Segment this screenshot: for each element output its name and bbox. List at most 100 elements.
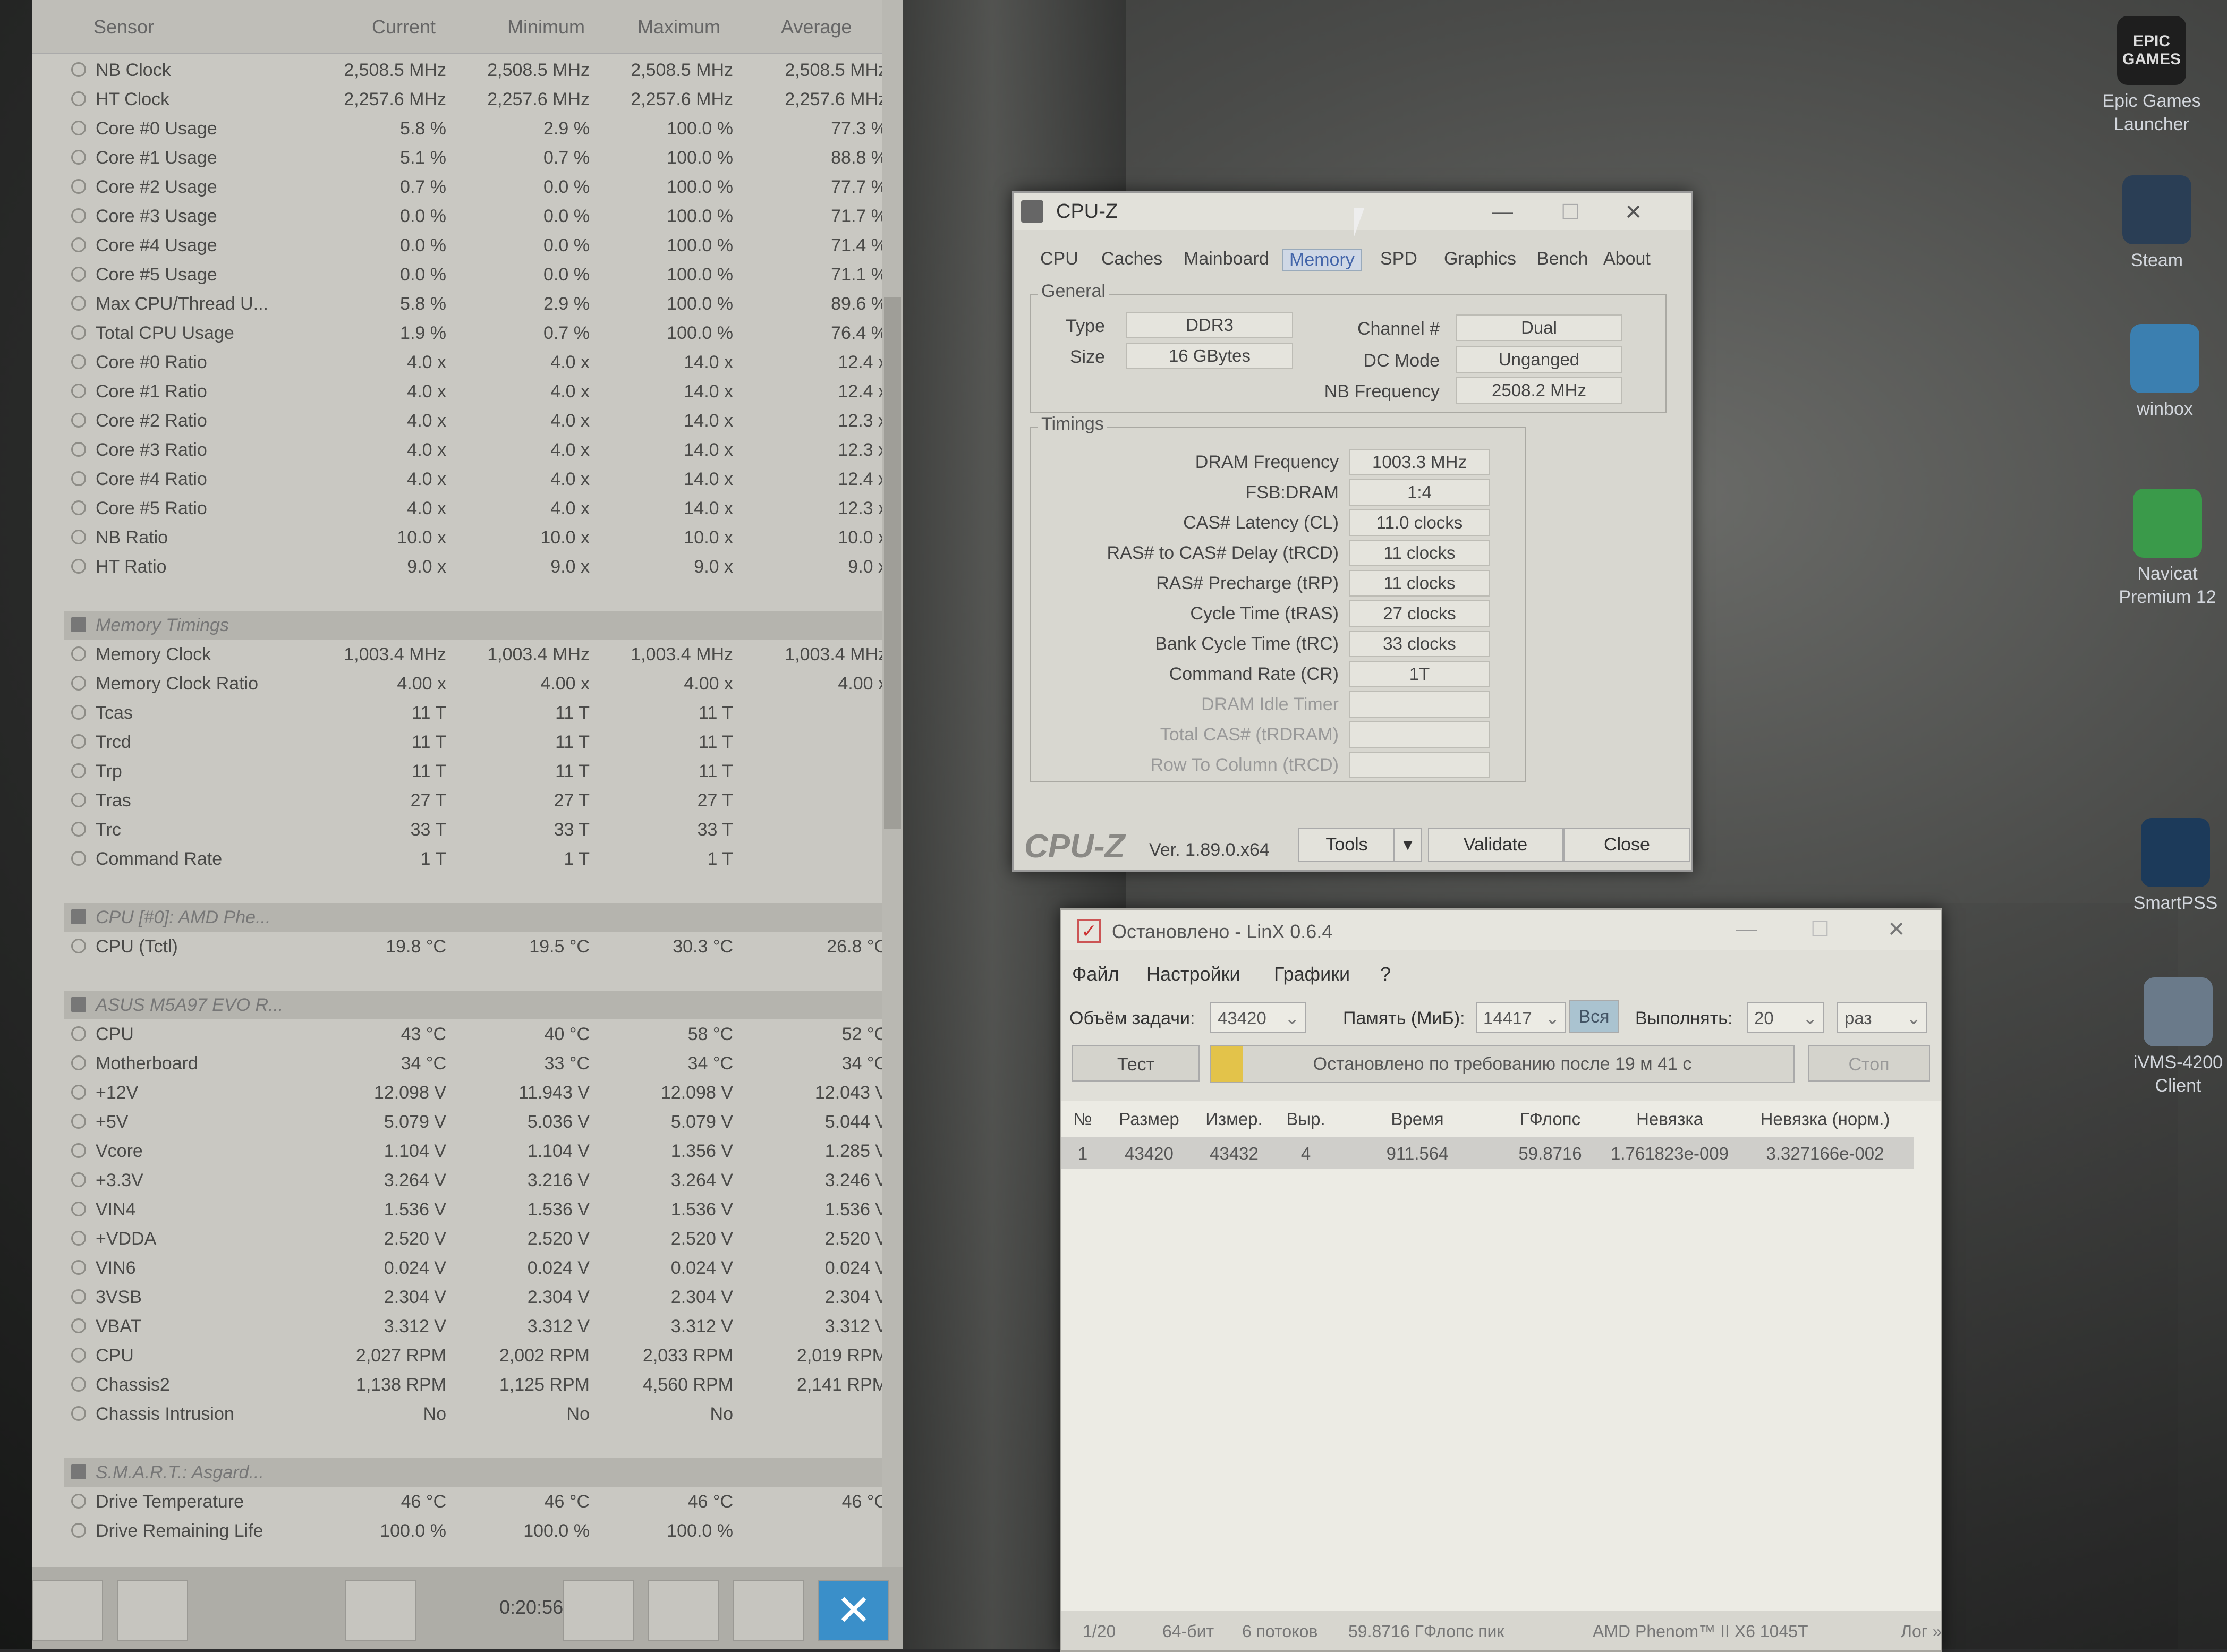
desktop-icon-smartpss[interactable]: SmartPSS: [2117, 818, 2227, 915]
sensor-row[interactable]: Core #5 Usage 0.0 % 0.0 % 100.0 % 71.1 %: [64, 260, 892, 289]
column-header[interactable]: Невязка (норм.): [1736, 1109, 1914, 1129]
tab-about[interactable]: About: [1603, 249, 1651, 269]
run-count-combo[interactable]: 20 ⌄: [1747, 1002, 1824, 1033]
cpuz-close-x-button[interactable]: ✕: [1625, 200, 1643, 225]
sensor-row[interactable]: Tcas 11 T 11 T 11 T: [64, 699, 892, 727]
sensor-row[interactable]: NB Ratio 10.0 x 10.0 x 10.0 x 10.0 x: [64, 523, 892, 552]
sensor-row[interactable]: Max CPU/Thread U... 5.8 % 2.9 % 100.0 % 89.6…: [64, 289, 892, 318]
sensor-row[interactable]: [64, 961, 892, 990]
sensor-group-header[interactable]: Memory Timings: [64, 611, 892, 640]
sensor-row[interactable]: CPU 43 °C 40 °C 58 °C 52 °C: [64, 1020, 892, 1049]
tab-graphics[interactable]: Graphics: [1444, 249, 1516, 269]
tab-cpu[interactable]: CPU: [1040, 249, 1078, 269]
task-size-combo[interactable]: 43420 ⌄: [1210, 1002, 1306, 1033]
sensor-row[interactable]: Drive Remaining Life 100.0 % 100.0 % 100.0 …: [64, 1517, 892, 1545]
desktop-icon-epic[interactable]: EPIC GAMES Epic Games Launcher: [2093, 16, 2210, 136]
sensor-row[interactable]: Core #1 Ratio 4.0 x 4.0 x 14.0 x 12.4 x: [64, 377, 892, 406]
all-memory-button[interactable]: Вся: [1569, 1000, 1619, 1033]
sensor-row[interactable]: +5V 5.079 V 5.036 V 5.079 V 5.044 V: [64, 1108, 892, 1136]
nav-arrows-2-button[interactable]: [117, 1580, 188, 1641]
sensor-row[interactable]: Trc 33 T 33 T 33 T: [64, 815, 892, 844]
sensor-row[interactable]: [64, 1429, 892, 1458]
tab-spd[interactable]: SPD: [1380, 249, 1417, 269]
maximize-button[interactable]: ☐: [1561, 200, 1580, 225]
minimize-button[interactable]: —: [1492, 200, 1513, 224]
col-average[interactable]: Average: [781, 16, 852, 38]
sensor-scroll-thumb[interactable]: [884, 297, 901, 829]
sensor-row[interactable]: +12V 12.098 V 11.943 V 12.098 V 12.043 V: [64, 1078, 892, 1107]
sensor-row[interactable]: Core #1 Usage 5.1 % 0.7 % 100.0 % 88.8 %: [64, 143, 892, 172]
sensor-row[interactable]: Command Rate 1 T 1 T 1 T: [64, 845, 892, 873]
column-header[interactable]: Размер: [1104, 1109, 1194, 1129]
col-maximum[interactable]: Maximum: [638, 16, 720, 38]
sensor-row[interactable]: +VDDA 2.520 V 2.520 V 2.520 V 2.520 V: [64, 1224, 892, 1253]
col-sensor[interactable]: Sensor: [94, 16, 154, 38]
column-header[interactable]: Измер.: [1194, 1109, 1274, 1129]
column-header[interactable]: Невязка: [1603, 1109, 1736, 1129]
sensor-row[interactable]: Tras 27 T 27 T 27 T: [64, 786, 892, 815]
report-icon[interactable]: [648, 1580, 719, 1641]
desktop-icon-steam[interactable]: Steam: [2098, 175, 2215, 272]
linx-maximize-button[interactable]: ☐: [1810, 917, 1830, 942]
sensor-row[interactable]: Memory Clock 1,003.4 MHz 1,003.4 MHz 1,003.…: [64, 640, 892, 669]
menu-graphs[interactable]: Графики: [1274, 963, 1350, 985]
sensor-row[interactable]: [64, 582, 892, 610]
desktop-icon-winbox[interactable]: winbox: [2106, 324, 2223, 421]
tab-mainboard[interactable]: Mainboard: [1184, 249, 1269, 269]
sensor-group-header[interactable]: CPU [#0]: AMD Phe...: [64, 903, 892, 932]
tools-dropdown-icon[interactable]: ▾: [1393, 828, 1422, 862]
column-header[interactable]: Выр.: [1274, 1109, 1338, 1129]
linx-minimize-button[interactable]: —: [1736, 917, 1757, 941]
sensor-row[interactable]: HT Clock 2,257.6 MHz 2,257.6 MHz 2,257.6 MH…: [64, 85, 892, 114]
nav-arrows-button[interactable]: [32, 1580, 103, 1641]
tab-memory[interactable]: Memory: [1282, 249, 1362, 271]
sensor-row[interactable]: Core #3 Usage 0.0 % 0.0 % 100.0 % 71.7 %: [64, 202, 892, 231]
cpuz-titlebar[interactable]: CPU-Z — ☐ ✕: [1014, 193, 1691, 230]
sensor-row[interactable]: +3.3V 3.264 V 3.216 V 3.264 V 3.246 V: [64, 1166, 892, 1195]
cpuz-close-button[interactable]: Close: [1563, 828, 1690, 862]
clock-icon[interactable]: [563, 1580, 634, 1641]
sensor-row[interactable]: Core #4 Ratio 4.0 x 4.0 x 14.0 x 12.4 x: [64, 465, 892, 493]
sensor-row[interactable]: Chassis Intrusion No No No: [64, 1400, 892, 1428]
settings-icon[interactable]: [733, 1580, 804, 1641]
network-icon[interactable]: [345, 1580, 416, 1641]
linx-titlebar[interactable]: ✓ Остановлено - LinX 0.6.4 — ☐ ✕: [1061, 910, 1941, 950]
sensor-row[interactable]: NB Clock 2,508.5 MHz 2,508.5 MHz 2,508.5 MH…: [64, 56, 892, 84]
tab-bench[interactable]: Bench: [1537, 249, 1588, 269]
sensor-row[interactable]: Trcd 11 T 11 T 11 T: [64, 728, 892, 756]
sensor-row[interactable]: Vcore 1.104 V 1.104 V 1.356 V 1.285 V: [64, 1137, 892, 1165]
sensor-row[interactable]: Core #0 Usage 5.8 % 2.9 % 100.0 % 77.3 %: [64, 114, 892, 143]
sensor-row[interactable]: Core #2 Usage 0.7 % 0.0 % 100.0 % 77.7 %: [64, 173, 892, 201]
column-header[interactable]: Время: [1338, 1109, 1497, 1129]
linx-close-button[interactable]: ✕: [1888, 917, 1906, 942]
menu-help[interactable]: ?: [1380, 963, 1391, 985]
sensor-row[interactable]: VIN6 0.024 V 0.024 V 0.024 V 0.024 V: [64, 1254, 892, 1282]
sensor-row[interactable]: VIN4 1.536 V 1.536 V 1.536 V 1.536 V: [64, 1195, 892, 1224]
sensor-row[interactable]: Drive Temperature 46 °C 46 °C 46 °C 46 °C: [64, 1487, 892, 1516]
desktop-icon-ivms[interactable]: iVMS-4200 Client: [2120, 977, 2227, 1097]
desktop-icon-navicat[interactable]: Navicat Premium 12: [2109, 489, 2226, 609]
sensor-row[interactable]: Core #0 Ratio 4.0 x 4.0 x 14.0 x 12.4 x: [64, 348, 892, 377]
sensor-row[interactable]: CPU 2,027 RPM 2,002 RPM 2,033 RPM 2,019 RPM: [64, 1341, 892, 1370]
tools-button[interactable]: Tools: [1298, 828, 1396, 862]
menu-settings[interactable]: Настройки: [1146, 963, 1240, 985]
sensor-row[interactable]: Trp 11 T 11 T 11 T: [64, 757, 892, 786]
column-header[interactable]: ГФлопс: [1497, 1109, 1603, 1129]
sensor-row[interactable]: Core #2 Ratio 4.0 x 4.0 x 14.0 x 12.3 x: [64, 406, 892, 435]
memory-combo[interactable]: 14417 ⌄: [1476, 1002, 1566, 1033]
test-button[interactable]: Тест: [1072, 1045, 1200, 1082]
sensor-row[interactable]: Core #3 Ratio 4.0 x 4.0 x 14.0 x 12.3 x: [64, 436, 892, 464]
sensor-row[interactable]: Core #4 Usage 0.0 % 0.0 % 100.0 % 71.4 %: [64, 231, 892, 260]
stop-button[interactable]: Стоп: [1808, 1045, 1930, 1082]
validate-button[interactable]: Validate: [1428, 828, 1563, 862]
sensor-group-header[interactable]: ASUS M5A97 EVO R...: [64, 991, 892, 1019]
sensor-row[interactable]: CPU (Tctl) 19.8 °C 19.5 °C 30.3 °C 26.8 °C: [64, 932, 892, 961]
sensor-row[interactable]: VBAT 3.312 V 3.312 V 3.312 V 3.312 V: [64, 1312, 892, 1341]
menu-file[interactable]: Файл: [1072, 963, 1119, 985]
tab-caches[interactable]: Caches: [1101, 249, 1162, 269]
sensor-group-header[interactable]: S.M.A.R.T.: Asgard...: [64, 1458, 892, 1487]
column-header[interactable]: №: [1061, 1109, 1104, 1129]
col-current[interactable]: Current: [372, 16, 436, 38]
sensor-row[interactable]: 3VSB 2.304 V 2.304 V 2.304 V 2.304 V: [64, 1283, 892, 1312]
close-icon[interactable]: ✕: [818, 1580, 889, 1641]
